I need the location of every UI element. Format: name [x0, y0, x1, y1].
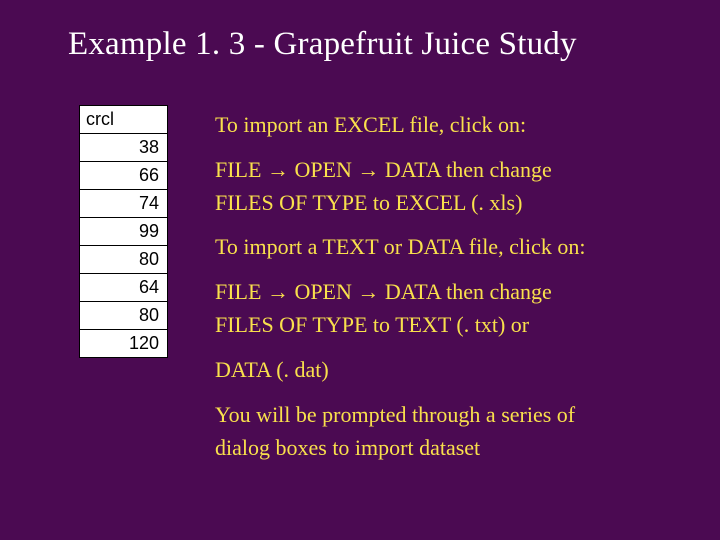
data-table: crcl 38 66 74 99 80 64 80 120	[79, 105, 168, 358]
paragraph: FILES OF TYPE to TEXT (. txt) or	[215, 312, 668, 339]
table-row: 74	[80, 190, 168, 218]
cell: 64	[80, 274, 168, 302]
paragraph: To import an EXCEL file, click on:	[215, 112, 668, 139]
cell: 74	[80, 190, 168, 218]
paragraph: To import a TEXT or DATA file, click on:	[215, 234, 668, 261]
column-header: crcl	[80, 106, 168, 134]
table-row: 120	[80, 330, 168, 358]
cell: 38	[80, 134, 168, 162]
cell: 120	[80, 330, 168, 358]
table-row: 66	[80, 162, 168, 190]
paragraph: DATA (. dat)	[215, 357, 668, 384]
table-row: 38	[80, 134, 168, 162]
table-row: 64	[80, 274, 168, 302]
table-row: 80	[80, 302, 168, 330]
paragraph: FILE → OPEN → DATA then change	[215, 279, 668, 306]
paragraph: FILES OF TYPE to EXCEL (. xls)	[215, 190, 668, 217]
cell: 66	[80, 162, 168, 190]
cell: 99	[80, 218, 168, 246]
cell: 80	[80, 302, 168, 330]
table-row: 99	[80, 218, 168, 246]
paragraph: FILE → OPEN → DATA then change	[215, 157, 668, 184]
table-row: 80	[80, 246, 168, 274]
slide: Example 1. 3 - Grapefruit Juice Study cr…	[0, 0, 720, 540]
paragraph: dialog boxes to import dataset	[215, 435, 668, 462]
cell: 80	[80, 246, 168, 274]
paragraph: You will be prompted through a series of	[215, 402, 668, 429]
body-text: To import an EXCEL file, click on: FILE …	[215, 112, 668, 479]
page-title: Example 1. 3 - Grapefruit Juice Study	[68, 26, 690, 63]
